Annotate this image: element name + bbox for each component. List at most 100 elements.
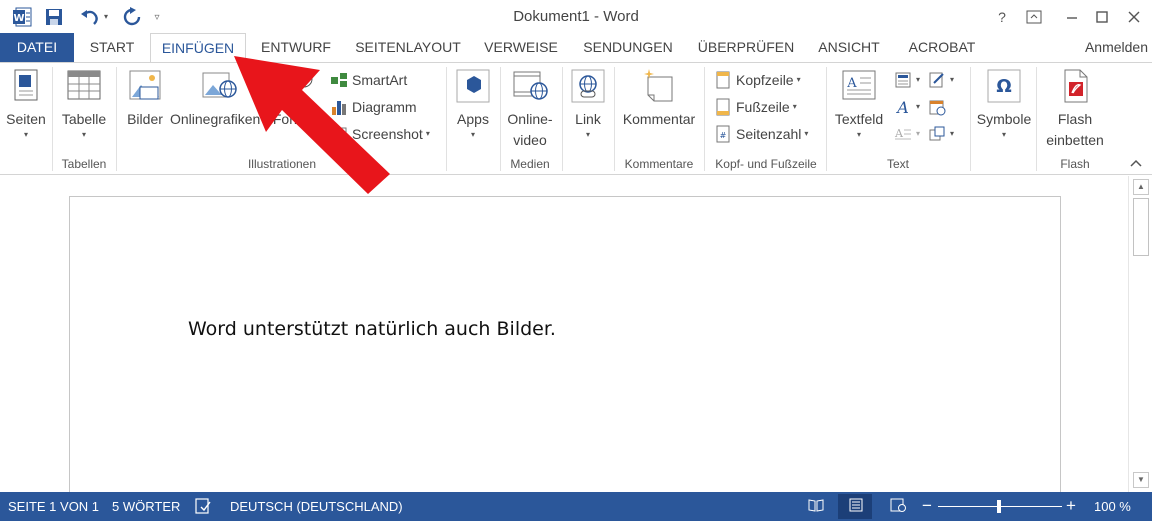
onlinevideo-label-line2: video: [513, 132, 547, 148]
close-icon[interactable]: [1122, 6, 1146, 28]
link-button[interactable]: Link ▾: [566, 67, 610, 140]
drop-cap-icon: A: [894, 125, 912, 143]
chevron-down-icon: ▾: [81, 130, 86, 139]
tab-acrobat[interactable]: ACROBAT: [898, 33, 986, 63]
document-area[interactable]: Word unterstützt natürlich auch Bilder.: [0, 176, 1128, 496]
minimize-icon[interactable]: [1060, 6, 1084, 28]
zoom-out-button[interactable]: −: [922, 496, 932, 516]
seiten-button[interactable]: Seiten ▾: [2, 67, 50, 140]
chevron-down-icon: ▾: [425, 129, 430, 138]
apps-button[interactable]: Apps ▾: [450, 67, 496, 140]
tab-datei[interactable]: DATEI: [0, 33, 74, 63]
help-button[interactable]: ?: [990, 6, 1014, 28]
kommentar-label: Kommentar: [622, 111, 696, 127]
wordart-button[interactable]: A ▾: [894, 95, 920, 119]
page-number-icon: #: [714, 125, 732, 143]
sign-in-link[interactable]: Anmelden: [1085, 39, 1148, 55]
flash-einbetten-button[interactable]: Flash einbetten: [1040, 67, 1110, 151]
onlinevideo-button[interactable]: Online- video: [502, 67, 558, 151]
onlinevideo-label-line1: Online-: [507, 111, 553, 127]
group-label-medien: Medien: [510, 157, 550, 171]
pages-icon: [7, 67, 45, 105]
group-label-flash: Flash: [1060, 157, 1090, 171]
symbole-button[interactable]: Ω Symbole ▾: [974, 67, 1034, 140]
table-icon: [65, 67, 103, 105]
chevron-down-icon: ▾: [856, 130, 861, 139]
document-text[interactable]: Word unterstützt natürlich auch Bilder.: [188, 318, 556, 340]
seitenzahl-button[interactable]: # Seitenzahl ▾: [714, 122, 808, 146]
zoom-level[interactable]: 100 %: [1094, 499, 1131, 514]
signature-line-icon: [928, 71, 946, 89]
scroll-down-icon[interactable]: ▼: [1133, 472, 1149, 488]
link-icon: [569, 67, 607, 105]
text-box-icon: A: [840, 67, 878, 105]
group-separator: [116, 67, 117, 171]
seitenzahl-label: Seitenzahl: [736, 126, 802, 142]
red-arrow-annotation: [234, 56, 390, 194]
svg-text:A: A: [894, 127, 904, 140]
chevron-down-icon: ▾: [792, 102, 797, 111]
fusszeile-label: Fußzeile: [736, 99, 790, 115]
bilder-button[interactable]: Bilder: [120, 67, 170, 130]
drop-cap-button[interactable]: A ▾: [894, 122, 920, 146]
chevron-down-icon: ▾: [916, 129, 921, 138]
omega-symbol-icon: Ω: [985, 67, 1023, 105]
flash-label-line2: einbetten: [1046, 132, 1104, 148]
read-mode-icon[interactable]: [808, 498, 824, 515]
scroll-up-icon[interactable]: ▲: [1133, 179, 1149, 195]
svg-text:A: A: [895, 98, 909, 116]
tab-ansicht[interactable]: ANSICHT: [808, 33, 890, 63]
chevron-down-icon: ▾: [916, 75, 921, 84]
maximize-icon[interactable]: [1090, 6, 1114, 28]
tab-verweise[interactable]: VERWEISE: [476, 33, 566, 63]
language-indicator[interactable]: DEUTSCH (DEUTSCHLAND): [230, 499, 403, 514]
ribbon-display-options-icon[interactable]: [1022, 6, 1046, 28]
fusszeile-button[interactable]: Fußzeile ▾: [714, 95, 797, 119]
group-separator: [970, 67, 971, 171]
kopfzeile-button[interactable]: Kopfzeile ▾: [714, 68, 801, 92]
web-layout-icon[interactable]: [890, 498, 906, 515]
chevron-down-icon: ▾: [804, 129, 809, 138]
tab-start[interactable]: START: [80, 33, 144, 63]
tabelle-button[interactable]: Tabelle ▾: [56, 67, 112, 140]
zoom-in-button[interactable]: +: [1066, 496, 1076, 516]
proofing-icon[interactable]: [194, 497, 212, 518]
object-icon: [928, 125, 946, 143]
window-title: Dokument1 - Word: [513, 8, 639, 25]
flash-label-line1: Flash: [1057, 111, 1093, 127]
quick-parts-icon: [894, 71, 912, 89]
word-count[interactable]: 5 WÖRTER: [112, 499, 180, 514]
title-bar: W ▾ ▿ Dokument1 - Word ?: [0, 0, 1152, 34]
quick-parts-button[interactable]: ▾: [894, 68, 920, 92]
print-layout-icon[interactable]: [848, 498, 864, 515]
apps-icon: [454, 67, 492, 105]
scroll-thumb[interactable]: [1133, 198, 1149, 256]
group-label-kopf-fuss: Kopf- und Fußzeile: [715, 157, 817, 171]
group-label-text: Text: [886, 157, 909, 171]
group-separator: [500, 67, 501, 171]
vertical-scrollbar[interactable]: ▲ ▼: [1128, 176, 1152, 492]
group-separator: [446, 67, 447, 171]
tab-ueberpruefen[interactable]: ÜBERPRÜFEN: [692, 33, 800, 63]
zoom-slider-thumb[interactable]: [997, 500, 1001, 513]
date-time-button[interactable]: [928, 95, 950, 119]
link-label: Link: [575, 111, 601, 127]
chevron-down-icon: ▾: [950, 75, 955, 84]
wordart-icon: A: [894, 98, 912, 117]
group-separator: [826, 67, 827, 171]
ribbon-tabs: DATEI START EINFÜGEN ENTWURF SEITENLAYOU…: [0, 33, 1152, 64]
flash-pdf-icon: [1056, 67, 1094, 105]
seiten-label: Seiten: [6, 111, 46, 127]
kommentar-button[interactable]: Kommentar: [618, 67, 700, 130]
calendar-icon: [928, 98, 946, 116]
page-count[interactable]: SEITE 1 VON 1: [8, 499, 99, 514]
textfeld-button[interactable]: A Textfeld ▾: [830, 67, 888, 140]
collapse-ribbon-icon[interactable]: [1130, 157, 1142, 171]
tab-sendungen[interactable]: SENDUNGEN: [574, 33, 682, 63]
signature-line-button[interactable]: ▾: [928, 68, 954, 92]
svg-text:#: #: [720, 131, 727, 140]
document-page[interactable]: Word unterstützt natürlich auch Bilder.: [69, 196, 1061, 496]
header-icon: [714, 71, 732, 89]
object-button[interactable]: ▾: [928, 122, 954, 146]
symbole-label: Symbole: [976, 111, 1032, 127]
